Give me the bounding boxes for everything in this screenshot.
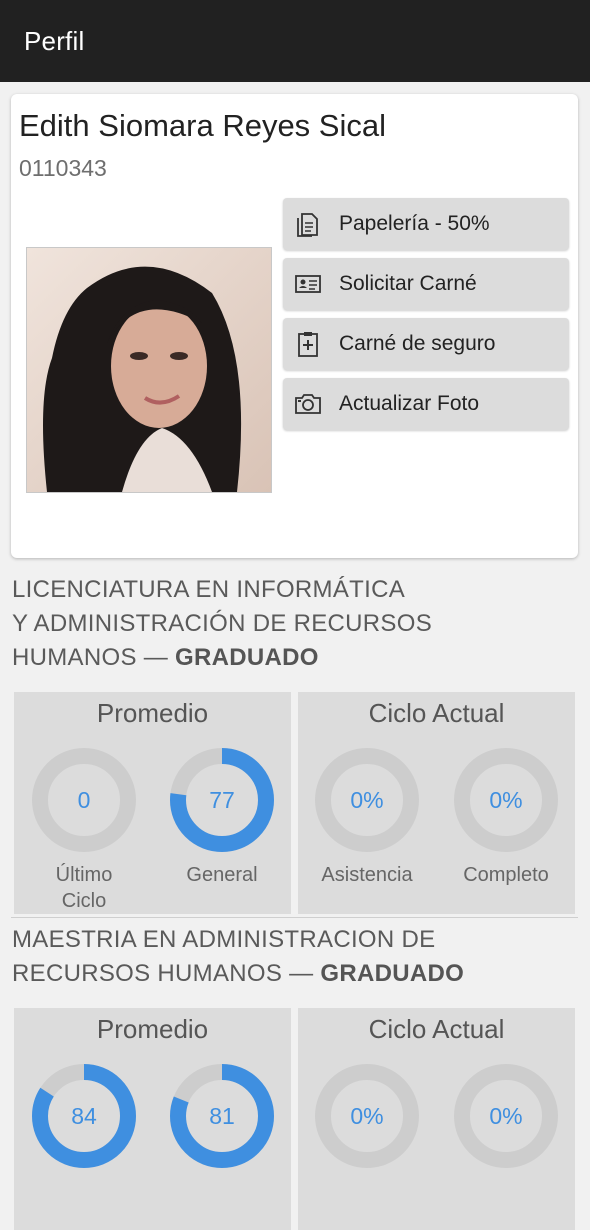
- program-title-text: HUMANOS —: [12, 644, 176, 671]
- program-status: GRADUADO: [175, 644, 319, 671]
- panel-title: Promedio: [96, 698, 209, 728]
- ring-value: 0: [77, 787, 91, 813]
- profile-actions: Papelería - 50% Solicitar Carné Carné de…: [283, 198, 569, 438]
- ring-value: 0%: [350, 1103, 384, 1129]
- ring-value: 77: [209, 787, 235, 813]
- program-title-line: Y ADMINISTRACIÓN DE RECURSOS: [12, 610, 433, 637]
- asistencia-label: Asistencia: [321, 864, 413, 886]
- camera-icon: [293, 389, 323, 419]
- document-icon: [293, 209, 323, 239]
- program-status: GRADUADO: [320, 960, 465, 987]
- app-bar: Perfil: [0, 0, 590, 82]
- ultimo-ciclo-ring: 0: [32, 748, 136, 852]
- ring-value: 0%: [489, 1103, 523, 1129]
- program-title-line: MAESTRIA EN ADMINISTRACION DE: [12, 926, 436, 953]
- profile-photo: [26, 247, 272, 493]
- completo-label: Completo: [463, 864, 549, 886]
- ultimo-ciclo-ring: 84: [32, 1064, 136, 1168]
- ring-value: 0%: [489, 787, 523, 813]
- id-card-icon: [293, 269, 323, 299]
- program-title-line: LICENCIATURA EN INFORMÁTICA: [12, 576, 406, 603]
- student-code: 0110343: [19, 155, 107, 181]
- program-title-line: HUMANOS — GRADUADO: [12, 641, 432, 675]
- promedio-panel: Promedio 0 77 Último Ciclo General: [14, 692, 291, 914]
- panel-title: Promedio: [96, 1014, 209, 1044]
- carne-seguro-button[interactable]: Carné de seguro: [283, 318, 569, 370]
- panel-title: Ciclo Actual: [368, 1014, 505, 1044]
- actualizar-foto-button[interactable]: Actualizar Foto: [283, 378, 569, 430]
- ciclo-actual-panel: Ciclo Actual 0% 0%: [298, 1008, 575, 1230]
- program-title-text: RECURSOS HUMANOS —: [12, 960, 321, 987]
- ring-value: 0%: [350, 787, 384, 813]
- carne-seguro-label: Carné de seguro: [339, 332, 496, 355]
- papeleria-label: Papelería - 50%: [339, 212, 490, 235]
- ultimo-ciclo-label: Último Ciclo: [24, 862, 144, 914]
- asistencia-ring: 0%: [315, 748, 419, 852]
- general-ring: 81: [170, 1064, 274, 1168]
- clipboard-plus-icon: [293, 329, 323, 359]
- papeleria-button[interactable]: Papelería - 50%: [283, 198, 569, 250]
- program-title-line: RECURSOS HUMANOS — GRADUADO: [12, 957, 464, 991]
- section-divider: [11, 917, 578, 918]
- ring-value: 81: [209, 1103, 235, 1129]
- profile-photo-image: [27, 248, 271, 492]
- general-label: General: [186, 864, 258, 886]
- completo-ring: 0%: [454, 1064, 558, 1168]
- solicitar-carne-button[interactable]: Solicitar Carné: [283, 258, 569, 310]
- solicitar-carne-label: Solicitar Carné: [339, 272, 477, 295]
- actualizar-foto-label: Actualizar Foto: [339, 392, 480, 415]
- asistencia-ring: 0%: [315, 1064, 419, 1168]
- program-title: LICENCIATURA EN INFORMÁTICA Y ADMINISTRA…: [12, 573, 432, 675]
- label-line: Ciclo: [61, 890, 107, 912]
- general-ring: 77: [170, 748, 274, 852]
- completo-ring: 0%: [454, 748, 558, 852]
- program-title: MAESTRIA EN ADMINISTRACION DE RECURSOS H…: [12, 923, 464, 991]
- label-line: Último: [55, 864, 113, 886]
- student-name: Edith Siomara Reyes Sical: [19, 108, 386, 143]
- page-title: Perfil: [24, 26, 85, 56]
- profile-card: Edith Siomara Reyes Sical 0110343 Papele…: [11, 94, 578, 558]
- ciclo-actual-panel: Ciclo Actual 0% 0% Asistencia Completo: [298, 692, 575, 914]
- promedio-panel: Promedio 84 81: [14, 1008, 291, 1230]
- panel-title: Ciclo Actual: [368, 698, 505, 728]
- ring-value: 84: [71, 1103, 97, 1129]
